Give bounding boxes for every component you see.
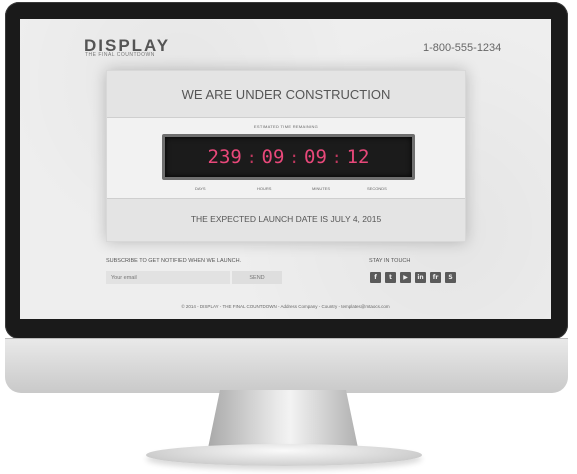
unit-hours-label: HOURS bbox=[257, 186, 272, 191]
countdown-display: 239 : 09 : 09 : 12 bbox=[162, 134, 415, 180]
monitor-stand-neck bbox=[208, 390, 358, 448]
unit-days-label: DAYS bbox=[195, 186, 206, 191]
youtube-icon[interactable]: ▶ bbox=[400, 272, 411, 283]
monitor-chin bbox=[5, 338, 568, 393]
send-button[interactable]: SEND bbox=[232, 271, 282, 284]
countdown-separator: : bbox=[331, 147, 342, 167]
countdown-hours: 09 bbox=[261, 146, 285, 168]
linkedin-icon[interactable]: in bbox=[415, 272, 426, 283]
phone-number: 1-800-555-1234 bbox=[423, 42, 502, 54]
stay-in-touch-label: STAY IN TOUCH bbox=[369, 258, 411, 264]
email-input[interactable] bbox=[106, 271, 230, 284]
monitor-stand-base bbox=[146, 444, 422, 466]
footer-text: © 2014 - DISPLAY - THE FINAL COUNTDOWN -… bbox=[181, 304, 390, 309]
facebook-icon[interactable]: f bbox=[370, 272, 381, 283]
countdown-days: 239 bbox=[207, 146, 242, 168]
countdown-separator: : bbox=[246, 147, 257, 167]
estimated-time-label: ESTIMATED TIME REMAINING bbox=[253, 124, 319, 129]
countdown-panel: WE ARE UNDER CONSTRUCTION ESTIMATED TIME… bbox=[106, 70, 466, 242]
twitter-icon[interactable]: t bbox=[385, 272, 396, 283]
site-tagline: THE FINAL COUNTDOWN bbox=[85, 52, 155, 58]
subscribe-label: SUBSCRIBE TO GET NOTIFIED WHEN WE LAUNCH… bbox=[106, 258, 242, 264]
page-title: WE ARE UNDER CONSTRUCTION bbox=[181, 87, 391, 102]
skype-icon[interactable]: S bbox=[445, 272, 456, 283]
unit-minutes-label: MINUTES bbox=[312, 186, 330, 191]
unit-seconds-label: SECONDS bbox=[367, 186, 387, 191]
flickr-icon[interactable]: fr bbox=[430, 272, 441, 283]
screen: DISPLAY THE FINAL COUNTDOWN 1-800-555-12… bbox=[20, 19, 551, 319]
countdown-units: DAYS HOURS MINUTES SECONDS bbox=[107, 186, 465, 194]
countdown-seconds: 12 bbox=[346, 146, 370, 168]
countdown-minutes: 09 bbox=[304, 146, 327, 168]
countdown-separator: : bbox=[289, 147, 300, 167]
social-links: f t ▶ in fr S bbox=[370, 272, 456, 283]
launch-date-text: THE EXPECTED LAUNCH DATE IS JULY 4, 2015 bbox=[190, 214, 382, 224]
